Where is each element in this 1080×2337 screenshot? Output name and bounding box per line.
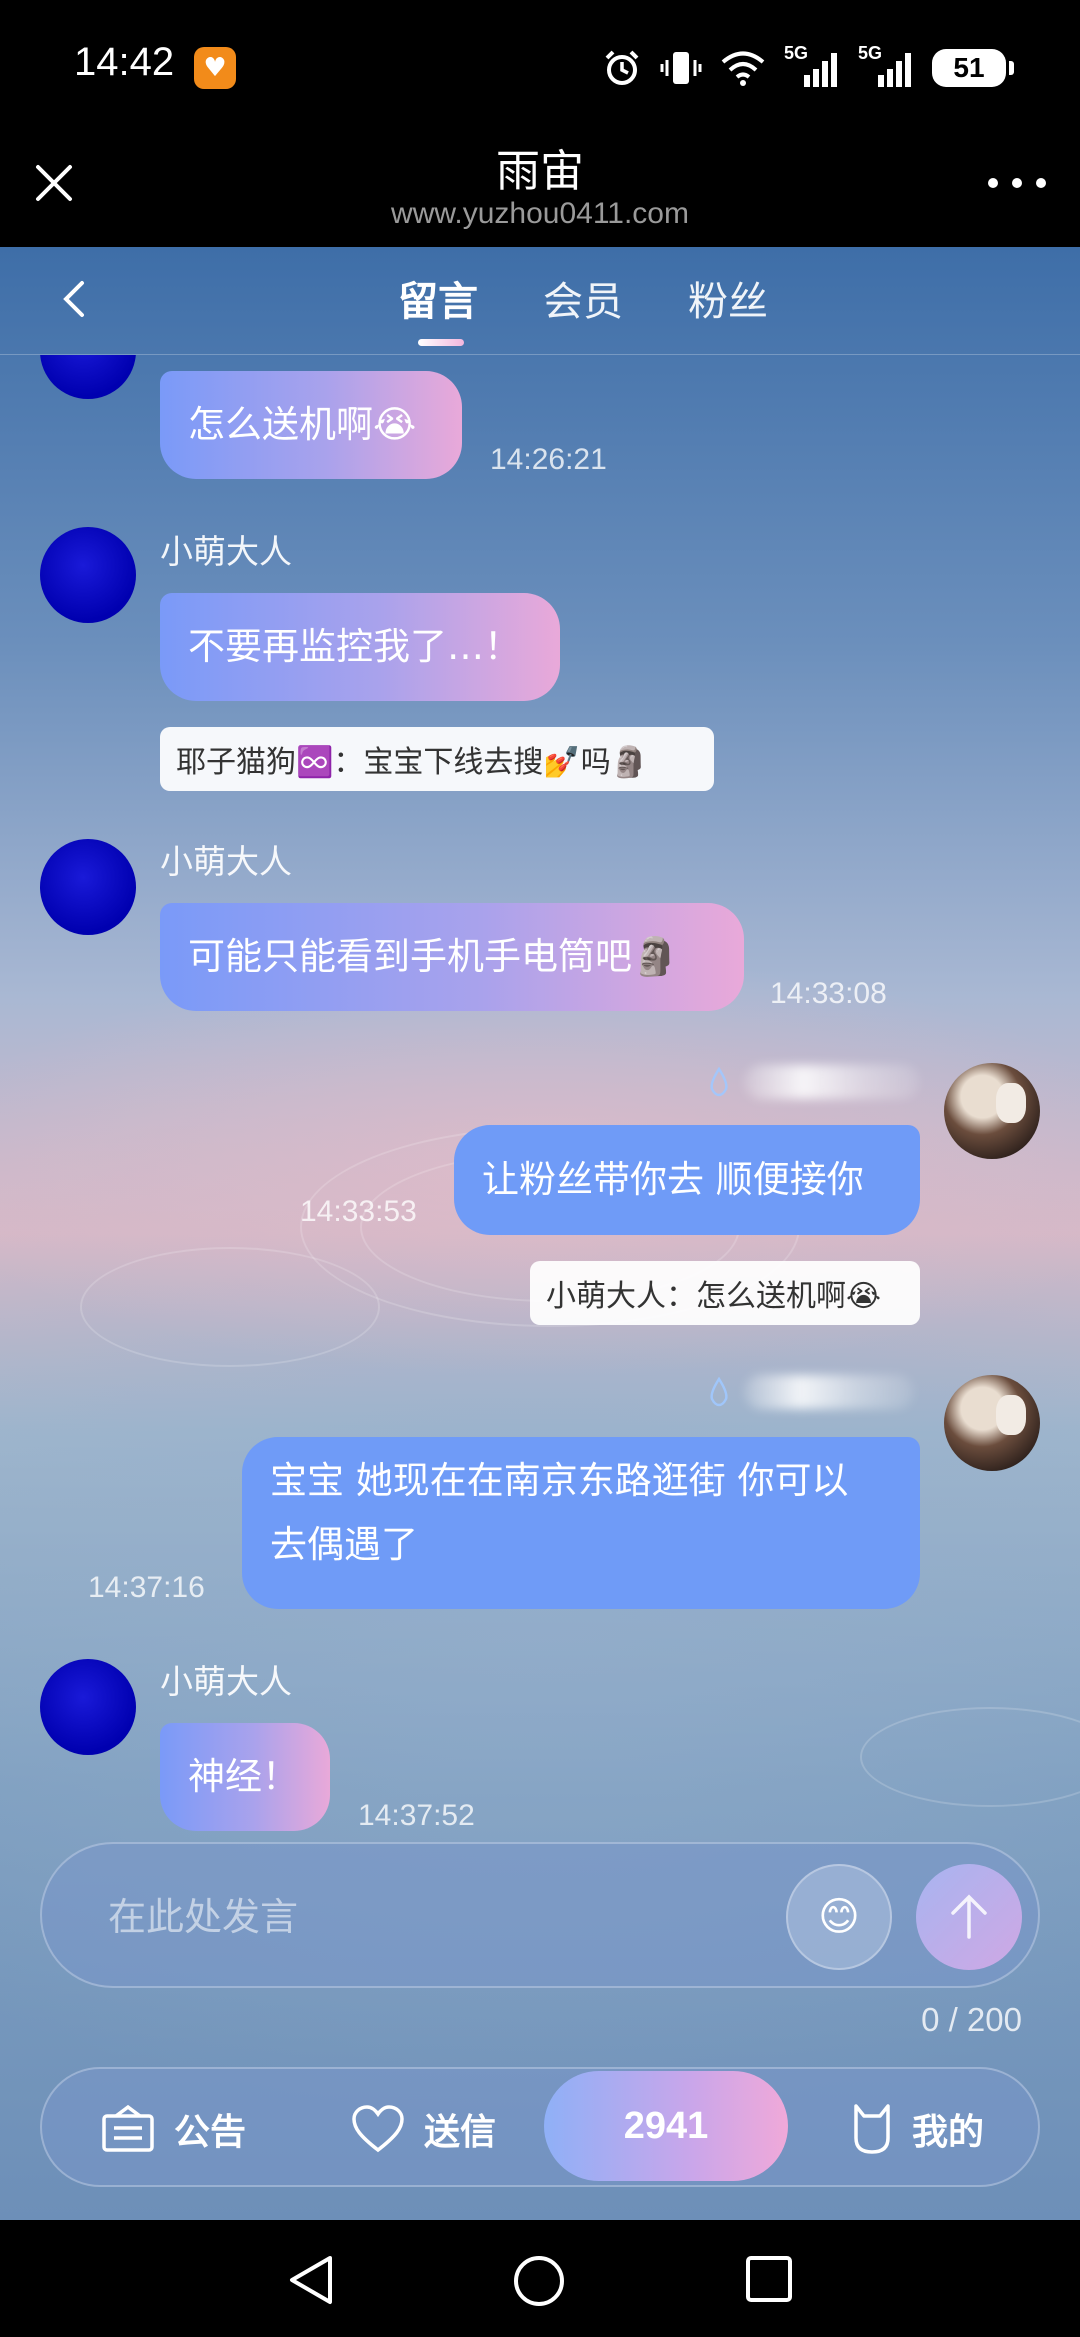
blurred-sender-name	[744, 1065, 920, 1099]
dot-icon	[1012, 178, 1022, 188]
signal-icon-2: 5G	[858, 43, 914, 89]
drop-icon	[710, 1067, 728, 1097]
message-list[interactable]: 怎么送机啊😭 14:26:21 小萌大人 不要再监控我了…！ 耶子猫狗♾️：宝宝…	[0, 355, 1080, 2065]
send-button[interactable]	[916, 1864, 1022, 1970]
message-time: 14:33:53	[300, 1195, 417, 1228]
drop-icon	[710, 1377, 728, 1407]
page-url: www.yuzhou0411.com	[391, 197, 689, 230]
message-bubble[interactable]: 让粉丝带你去 顺便接你	[454, 1125, 920, 1235]
blurred-sender-name	[744, 1375, 914, 1409]
letter-label: 送信	[424, 2112, 497, 2153]
notice-icon	[102, 2104, 154, 2152]
message-time: 14:37:52	[358, 1799, 475, 1832]
sender-name: 小萌大人	[160, 532, 292, 571]
avatar[interactable]	[40, 527, 136, 623]
message-bubble[interactable]: 宝宝 她现在在南京东路逛街 你可以 去偶遇了	[242, 1437, 920, 1609]
sender-name: 小萌大人	[160, 1662, 292, 1701]
character-count: 0 / 200	[921, 2001, 1022, 2038]
tab-messages[interactable]: 留言	[398, 269, 478, 327]
message-line: 去偶遇了	[270, 1523, 418, 1566]
battery-indicator: 51	[932, 49, 1014, 87]
message-input-bar: 在此处发言 😊	[40, 1842, 1040, 1988]
mine-label: 我的	[912, 2112, 985, 2153]
avatar[interactable]	[944, 1375, 1040, 1471]
vibrate-icon	[660, 52, 702, 84]
dot-icon	[988, 178, 998, 188]
recents-square-icon[interactable]	[744, 2254, 794, 2304]
active-tab-indicator	[418, 339, 464, 346]
app-notification-icon: ♥	[194, 47, 236, 89]
page-title: 雨宙	[496, 146, 584, 197]
emoji-button[interactable]: 😊	[786, 1864, 892, 1970]
sender-name: 小萌大人	[160, 842, 292, 881]
quoted-message[interactable]: 小萌大人：怎么送机啊😭	[530, 1261, 920, 1325]
status-bar: 14:42 ♥ 5G 5G 51	[0, 0, 1080, 135]
signal-icon-1: 5G	[784, 43, 840, 89]
heart-icon	[352, 2105, 404, 2153]
back-triangle-icon[interactable]	[286, 2254, 336, 2306]
wifi-icon	[721, 51, 765, 86]
message-time: 14:26:21	[490, 443, 607, 476]
message-time: 14:37:16	[88, 1571, 205, 1604]
page-nav: 留言 会员 粉丝	[0, 247, 1080, 355]
avatar[interactable]	[40, 355, 136, 399]
message-bubble[interactable]: 神经！	[160, 1723, 330, 1831]
dot-icon	[1036, 178, 1046, 188]
send-letter-button[interactable]: 送信	[350, 2069, 496, 2189]
notice-label: 公告	[174, 2112, 247, 2153]
message-bubble[interactable]: 可能只能看到手机手电筒吧🗿	[160, 903, 744, 1011]
message-input[interactable]: 在此处发言	[108, 1886, 298, 1941]
avatar[interactable]	[944, 1063, 1040, 1159]
notice-button[interactable]: 公告	[100, 2069, 246, 2189]
alarm-icon	[605, 50, 639, 85]
status-time: 14:42	[74, 40, 175, 84]
home-circle-icon[interactable]	[512, 2254, 566, 2308]
avatar[interactable]	[40, 839, 136, 935]
cat-icon	[854, 2104, 890, 2154]
arrow-up-icon	[951, 1894, 987, 1939]
message-time: 14:33:08	[770, 977, 887, 1010]
tab-fans[interactable]: 粉丝	[688, 269, 768, 327]
status-icons: 5G 5G 51	[602, 43, 1014, 92]
back-icon[interactable]	[56, 277, 92, 321]
bottom-bar: 公告 送信 2941 我的	[40, 2067, 1040, 2187]
count-button[interactable]: 2941	[544, 2071, 788, 2181]
mine-button[interactable]: 我的	[850, 2069, 984, 2189]
system-navigation-bar	[0, 2220, 1080, 2337]
message-bubble[interactable]: 不要再监控我了…！	[160, 593, 560, 701]
quoted-message[interactable]: 耶子猫狗♾️：宝宝下线去搜💅吗🗿	[160, 727, 714, 791]
chat-page: 留言 会员 粉丝 怎么送机啊😭 14:26:21 小萌大人 不要再监控我了…！ …	[0, 247, 1080, 2220]
message-line: 宝宝 她现在在南京东路逛街 你可以	[270, 1459, 849, 1502]
tab-members[interactable]: 会员	[543, 269, 623, 327]
message-bubble[interactable]: 怎么送机啊😭	[160, 371, 462, 479]
browser-header: 雨宙 www.yuzhou0411.com	[0, 135, 1080, 247]
avatar[interactable]	[40, 1659, 136, 1755]
more-options-button[interactable]	[988, 175, 1046, 191]
